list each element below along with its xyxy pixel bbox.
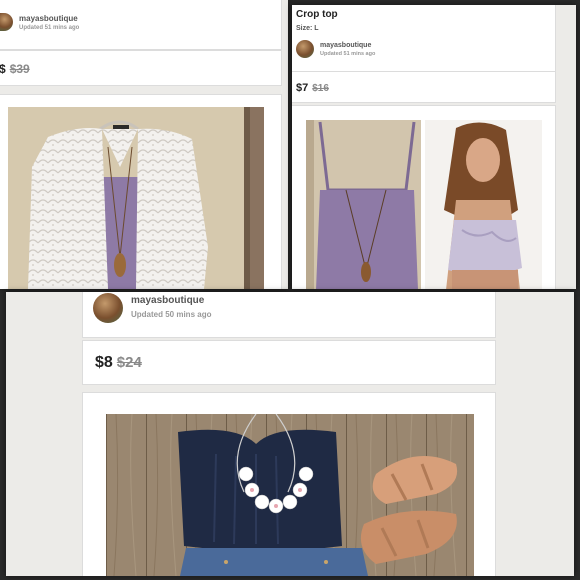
- price-card: $8 $24: [82, 340, 496, 385]
- crop-top-photos[interactable]: [306, 120, 542, 289]
- price-current: $7: [296, 82, 309, 94]
- listing-panel-tube-top: mayasboutique Updated 50 mins ago $8 $24: [6, 292, 574, 576]
- price-current: $8: [95, 354, 113, 371]
- crop-top-photo-image: [306, 120, 542, 289]
- price-original: $39: [9, 62, 30, 76]
- tube-top-photo[interactable]: [106, 414, 474, 576]
- price: $7 $16: [296, 82, 329, 94]
- price: $8 $24: [95, 354, 142, 372]
- price-current: $: [0, 62, 6, 76]
- cardigan-photo[interactable]: [8, 107, 264, 289]
- price-card: $ $39: [0, 50, 282, 86]
- updated-time: Updated 51 mins ago: [19, 24, 80, 31]
- seller-avatar[interactable]: [296, 40, 314, 58]
- price-original: $24: [116, 354, 142, 371]
- seller-name[interactable]: mayasboutique: [320, 42, 375, 49]
- price-original: $16: [312, 83, 329, 94]
- price: $ $39: [0, 62, 30, 76]
- seller-avatar[interactable]: [0, 13, 13, 31]
- listing-panel-crop-top: Crop top Size: L mayasboutique Updated 5…: [292, 5, 576, 289]
- listing-collage: mayasboutique Updated 51 mins ago $$39: [0, 0, 580, 580]
- updated-time: Updated 50 mins ago: [131, 310, 212, 319]
- seller-avatar[interactable]: [93, 293, 123, 323]
- tube-top-photo-image: [106, 414, 474, 576]
- item-size: Size: L: [296, 25, 319, 32]
- price-card: $7 $16: [292, 71, 556, 103]
- seller-name[interactable]: mayasboutique: [19, 14, 79, 23]
- cardigan-photo-image: [8, 107, 264, 289]
- seller-card[interactable]: mayasboutique Updated 50 mins ago: [82, 292, 496, 338]
- seller-card[interactable]: mayasboutique Updated 51 mins ago: [0, 0, 282, 50]
- item-title[interactable]: Crop top: [296, 9, 338, 20]
- seller-name[interactable]: mayasboutique: [131, 295, 211, 306]
- seller-card[interactable]: Crop top Size: L mayasboutique Updated 5…: [292, 5, 556, 75]
- updated-time: Updated 51 mins ago: [320, 50, 376, 57]
- listing-panel-cardigan: mayasboutique Updated 51 mins ago $ $39: [0, 0, 288, 289]
